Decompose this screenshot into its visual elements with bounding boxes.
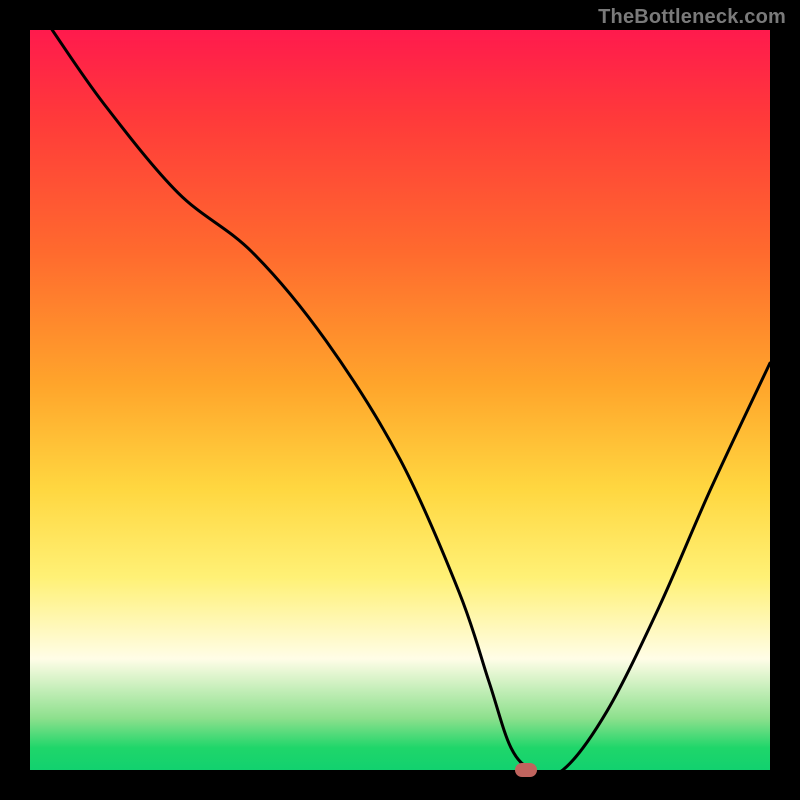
chart-frame: TheBottleneck.com [0,0,800,800]
bottleneck-curve [30,30,770,770]
plot-area [30,30,770,770]
marker-dot [515,763,537,777]
watermark-text: TheBottleneck.com [598,6,786,29]
